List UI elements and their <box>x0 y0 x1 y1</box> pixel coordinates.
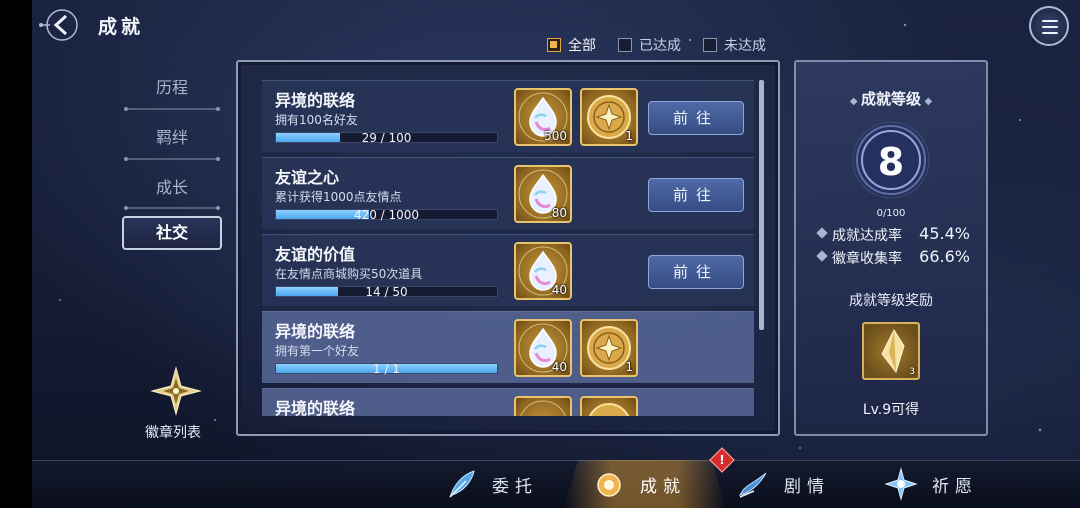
progress-text: 420 / 1000 <box>353 208 420 222</box>
rank-reward-requirement: Lv.9可得 <box>862 402 920 418</box>
badge-list-button[interactable]: 徽章列表 <box>140 366 206 442</box>
sidebar-item-history[interactable]: 历程 <box>122 74 222 98</box>
progress-text: 1 / 1 <box>373 362 400 376</box>
quill-icon <box>738 472 767 498</box>
menu-button[interactable] <box>1029 6 1069 46</box>
filter-group: 全部 已达成 未达成 <box>547 35 766 55</box>
goto-button[interactable]: 前往 <box>648 255 744 289</box>
checkbox-icon <box>547 38 561 52</box>
checkbox-icon <box>618 38 632 52</box>
prism-gem-icon <box>520 400 566 416</box>
achievement-desc: 在友情点商城购买50次道具 <box>275 267 423 281</box>
reward-qty: 3 <box>909 367 915 377</box>
divider <box>124 157 220 161</box>
medal-icon <box>597 473 621 497</box>
achievement-list[interactable]: 异境的联络 拥有100名好友 29 / 100 500 1 前往 友谊之心 累计… <box>262 80 754 416</box>
achievement-desc: 拥有第一个好友 <box>275 344 360 358</box>
achievement-title: 友谊之心 <box>275 168 340 187</box>
divider <box>124 206 220 210</box>
level-progress: 0/100 <box>876 208 906 219</box>
star-burst-icon <box>884 467 918 501</box>
filter-achieved[interactable]: 已达成 <box>618 35 681 55</box>
reward-item[interactable]: 1 <box>580 319 638 377</box>
achievement-title: 异境的联络 <box>275 91 356 110</box>
achievement-title: 异境的联络 <box>275 399 356 416</box>
gold-coin-icon <box>588 403 630 416</box>
divider <box>124 107 220 111</box>
achievement-row: 异境的联络 拥有100名好友 29 / 100 500 1 前往 <box>262 80 754 152</box>
tab-story[interactable]: 剧情 <box>736 460 830 508</box>
filter-not-achieved[interactable]: 未达成 <box>703 35 766 55</box>
filter-all[interactable]: 全部 <box>547 35 596 55</box>
rank-reward-title: 成就等级奖励 <box>849 293 933 309</box>
back-arrow-icon <box>39 9 78 41</box>
page-title: 成就 <box>98 16 145 38</box>
achievement-row: 友谊之心 累计获得1000点友情点 420 / 1000 80 前往 <box>262 157 754 229</box>
sidebar-item-bonds[interactable]: 羁绊 <box>122 124 222 148</box>
goto-button[interactable]: 前往 <box>648 178 744 212</box>
reward-item[interactable]: 500 <box>514 88 572 146</box>
reward-qty: 1 <box>625 360 633 374</box>
reward-qty: 1 <box>625 129 633 143</box>
sidebar-item-social[interactable]: 社交 <box>122 216 222 250</box>
achievement-row: 友谊的价值 在友情点商城购买50次道具 14 / 50 40 前往 <box>262 234 754 306</box>
level-number: 8 <box>877 140 905 184</box>
badge-list-label: 徽章列表 <box>145 425 201 441</box>
screen-edge <box>0 0 32 508</box>
reward-item[interactable] <box>514 396 572 416</box>
checkbox-icon <box>703 38 717 52</box>
reward-item[interactable]: 40 <box>514 319 572 377</box>
feather-icon <box>449 470 475 498</box>
reward-item[interactable]: 80 <box>514 165 572 223</box>
reward-qty: 500 <box>544 129 567 143</box>
tab-achievement[interactable]: 成就 <box>592 460 686 508</box>
reward-qty: 40 <box>551 360 567 374</box>
compass-star-icon <box>149 366 202 416</box>
reward-qty: 40 <box>551 283 567 297</box>
back-button[interactable] <box>38 8 84 42</box>
achievement-desc: 拥有100名好友 <box>275 113 358 127</box>
rank-title: ◆ 成就等级 ◆ <box>849 90 933 108</box>
reward-item[interactable]: 40 <box>514 242 572 300</box>
progress-text: 29 / 100 <box>361 131 412 145</box>
menu-icon <box>1042 20 1058 22</box>
tab-wish[interactable]: 祈愿 <box>884 460 978 508</box>
achievement-title: 异境的联络 <box>275 322 356 341</box>
achievement-row-completed: 异境的联络 拥有第一个好友 1 / 1 40 1 <box>262 311 754 383</box>
scrollbar[interactable] <box>759 80 764 330</box>
goto-button[interactable]: 前往 <box>648 101 744 135</box>
rank-reward-item[interactable]: 3 <box>862 322 920 380</box>
achievement-desc: 累计获得1000点友情点 <box>275 190 402 204</box>
progress-text: 14 / 50 <box>365 285 408 299</box>
reward-qty: 80 <box>551 206 567 220</box>
reward-item[interactable] <box>580 396 638 416</box>
achievement-title: 友谊的价值 <box>275 245 356 264</box>
achievement-row: 异境的联络 <box>262 388 754 416</box>
tab-commission[interactable]: 委托 <box>444 460 538 508</box>
reward-item[interactable]: 1 <box>580 88 638 146</box>
sidebar-item-growth[interactable]: 成长 <box>122 174 222 198</box>
